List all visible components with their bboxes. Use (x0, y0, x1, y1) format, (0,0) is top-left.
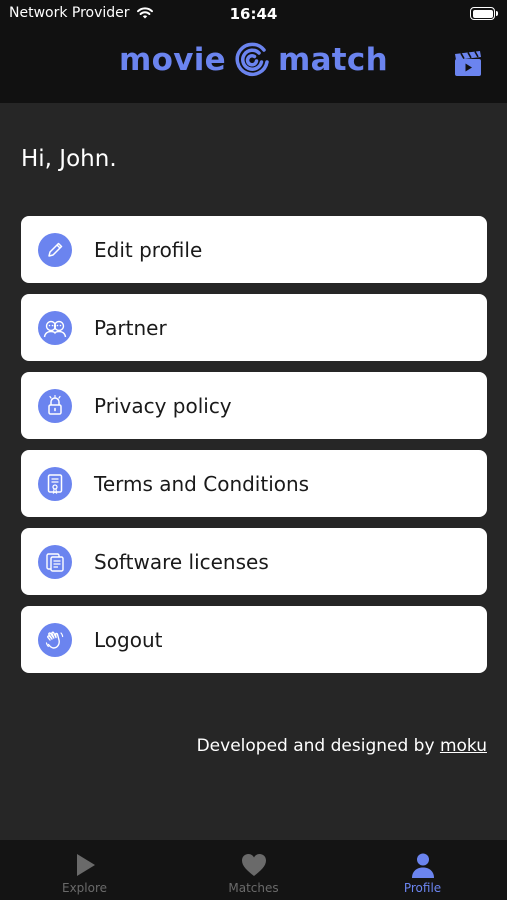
battery-icon (470, 7, 498, 20)
tab-label-profile: Profile (403, 881, 442, 895)
tab-explore[interactable]: Explore (0, 840, 169, 900)
lock-icon (38, 388, 72, 423)
menu-label-privacy-policy: Privacy policy (94, 393, 232, 418)
developer-credit: Developed and designed by moku (197, 736, 487, 756)
menu-label-partner: Partner (94, 315, 167, 340)
status-bar: Network Provider 16:44 (0, 0, 507, 28)
clapperboard-icon[interactable] (453, 50, 483, 78)
pencil-icon (38, 232, 72, 267)
profile-screen: Network Provider 16:44 movie match Hi, J… (0, 0, 507, 900)
heart-icon (241, 854, 266, 876)
waving-hand-icon (38, 622, 72, 657)
menu-item-software-licenses[interactable]: Software licenses (21, 528, 487, 595)
logo-word-right: match (277, 41, 388, 78)
menu-label-logout: Logout (94, 627, 163, 652)
person-icon (411, 853, 434, 878)
app-header: movie match (0, 28, 507, 103)
menu-label-software-licenses: Software licenses (94, 549, 269, 574)
credit-text: Developed and designed by (196, 736, 435, 756)
menu-label-terms-and-conditions: Terms and Conditions (94, 471, 310, 496)
menu-item-partner[interactable]: Partner (21, 294, 487, 361)
play-icon (76, 854, 95, 876)
greeting: Hi, John. (21, 146, 117, 172)
status-time: 16:44 (229, 5, 278, 23)
menu-item-privacy-policy[interactable]: Privacy policy (21, 372, 487, 439)
menu-label-edit-profile: Edit profile (94, 237, 203, 262)
tab-matches[interactable]: Matches (169, 840, 338, 900)
menu-item-logout[interactable]: Logout (21, 606, 487, 673)
certificate-document-icon (38, 466, 72, 501)
partner-faces-icon (38, 310, 72, 345)
documents-icon (38, 544, 72, 579)
tab-profile[interactable]: Profile (338, 840, 507, 900)
menu-item-edit-profile[interactable]: Edit profile (21, 216, 487, 283)
app-logo: movie match (0, 42, 507, 78)
menu-item-terms-and-conditions[interactable]: Terms and Conditions (21, 450, 487, 517)
tab-bar: Explore Matches Profile (0, 840, 507, 900)
tab-label-explore: Explore (61, 881, 108, 895)
logo-spiral-icon (235, 42, 269, 77)
logo-word-left: movie (119, 41, 226, 78)
credit-link-moku[interactable]: moku (440, 736, 487, 756)
tab-label-matches: Matches (228, 881, 279, 895)
profile-menu: Edit profile Partner Privacy policy Term… (21, 216, 487, 684)
